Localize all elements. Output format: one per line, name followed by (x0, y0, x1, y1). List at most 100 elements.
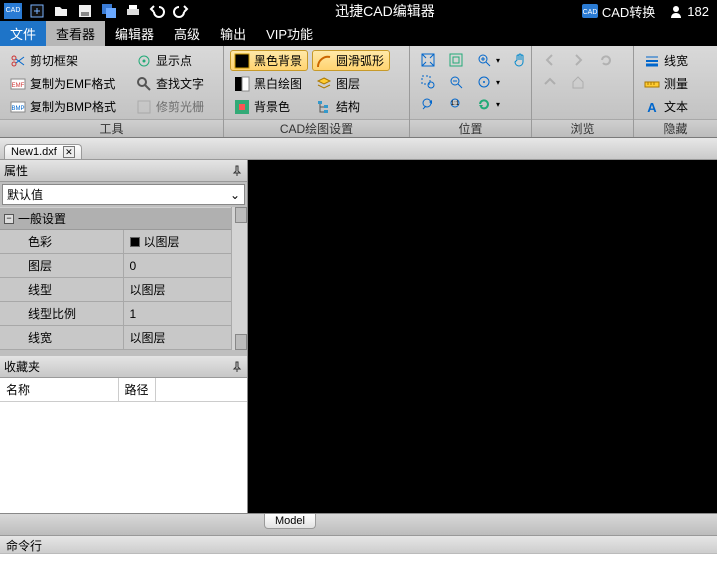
cad-convert-button[interactable]: CAD CAD转换 (578, 0, 659, 23)
properties-title: 属性 (4, 162, 28, 179)
bg-color-button[interactable]: 背景色 (230, 96, 308, 117)
pin-icon[interactable] (231, 361, 243, 373)
tab-advanced[interactable]: 高级 (164, 21, 210, 46)
document-tab-label: New1.dxf (11, 146, 57, 158)
ribbon-group-label: CAD绘图设置 (224, 119, 409, 137)
zoom-window-button[interactable] (416, 72, 440, 92)
document-tab[interactable]: New1.dxf ✕ (4, 144, 82, 159)
col-name[interactable]: 名称 (0, 378, 119, 401)
zoom-extents-button[interactable] (416, 50, 440, 70)
smooth-arc-toggle[interactable]: 圆滑弧形 (312, 50, 390, 71)
zoom-window-icon (420, 74, 436, 90)
default-value-dropdown[interactable]: 默认值 ⌄ (2, 184, 245, 205)
favorites-body (0, 402, 247, 513)
structure-button[interactable]: 结构 (312, 96, 390, 117)
zoom-all-icon (448, 52, 464, 68)
properties-header: 属性 (0, 160, 247, 182)
prop-row-linetype[interactable]: 线型以图层 (0, 278, 247, 302)
user-button[interactable]: 182 (665, 2, 713, 21)
text-button[interactable]: A文本 (640, 96, 692, 117)
command-line-input[interactable] (0, 553, 717, 585)
pan-button[interactable] (508, 50, 532, 70)
favorites-title: 收藏夹 (4, 358, 40, 375)
zoom-scale-icon: 1:1 (448, 96, 464, 112)
copy-bmp-button[interactable]: BMP复制为BMP格式 (6, 96, 120, 117)
layers-button[interactable]: 图层 (312, 73, 390, 94)
app-icon[interactable]: CAD (2, 2, 24, 20)
favorites-panel: 收藏夹 名称 路径 (0, 356, 247, 513)
print-icon[interactable] (122, 2, 144, 20)
clip-frame-button[interactable]: 剪切框架 (6, 50, 120, 71)
show-points-button[interactable]: 显示点 (132, 50, 208, 71)
dropdown-icon: ▾ (496, 56, 500, 65)
group-label: 一般设置 (18, 210, 66, 227)
main-area: 属性 默认值 ⌄ − 一般设置 色彩以图层 图层0 线型以图层 线型比例1 线宽… (0, 160, 717, 513)
command-line-label: 命令行 (0, 535, 717, 553)
redo-icon[interactable] (170, 2, 192, 20)
chevron-down-icon: ⌄ (230, 188, 240, 202)
tab-viewer[interactable]: 查看器 (46, 21, 105, 46)
refresh-icon (598, 52, 614, 68)
cad-convert-label: CAD转换 (602, 2, 655, 21)
tab-file[interactable]: 文件 (0, 21, 46, 46)
nav-forward-button (566, 50, 590, 70)
prop-row-lweight[interactable]: 线宽以图层 (0, 326, 247, 350)
document-tabs: New1.dxf ✕ (0, 138, 717, 160)
ruler-icon (644, 76, 660, 92)
layers-icon (316, 76, 332, 92)
menu-tabs: 文件 查看器 编辑器 高级 输出 VIP功能 (0, 22, 717, 46)
svg-text:EMF: EMF (12, 83, 25, 89)
arrow-left-icon (542, 52, 558, 68)
model-tab[interactable]: Model (264, 514, 316, 529)
property-group-row[interactable]: − 一般设置 (0, 207, 247, 230)
lineweight-button[interactable]: 线宽 (640, 50, 692, 71)
emf-icon: EMF (10, 76, 26, 92)
properties-grid: − 一般设置 色彩以图层 图层0 线型以图层 线型比例1 线宽以图层 (0, 207, 247, 350)
svg-text:1:1: 1:1 (451, 101, 460, 107)
arc-icon (316, 53, 332, 69)
undo-icon[interactable] (146, 2, 168, 20)
zoom-out-icon (448, 74, 464, 90)
zoom-all-button[interactable] (444, 50, 468, 70)
col-path[interactable]: 路径 (119, 378, 156, 401)
zoom-in-button[interactable]: ▾ (472, 50, 504, 70)
find-text-button[interactable]: 查找文字 (132, 73, 208, 94)
prop-row-ltscale[interactable]: 线型比例1 (0, 302, 247, 326)
bw-draw-button[interactable]: 黑白绘图 (230, 73, 308, 94)
new-icon[interactable] (26, 2, 48, 20)
prop-row-layer[interactable]: 图层0 (0, 254, 247, 278)
nav-refresh-button (594, 50, 618, 70)
ribbon-group-label: 工具 (0, 119, 223, 137)
measure-button[interactable]: 测量 (640, 73, 692, 94)
app-title: 迅捷CAD编辑器 (192, 1, 578, 21)
left-panel: 属性 默认值 ⌄ − 一般设置 色彩以图层 图层0 线型以图层 线型比例1 线宽… (0, 160, 248, 513)
zoom-in-icon (476, 52, 492, 68)
ribbon-group-label: 隐藏 (634, 119, 717, 137)
close-tab-icon[interactable]: ✕ (63, 146, 75, 158)
zoom-prev-icon (420, 96, 436, 112)
zoom-out-button[interactable] (444, 72, 468, 92)
zoom-center-button[interactable]: ▾ (472, 72, 504, 92)
default-value-label: 默认值 (7, 186, 43, 203)
tab-output[interactable]: 输出 (210, 21, 256, 46)
copy-emf-button[interactable]: EMF复制为EMF格式 (6, 73, 120, 94)
zoom-previous-button[interactable] (416, 94, 440, 114)
svg-text:A: A (647, 100, 657, 115)
prop-row-color[interactable]: 色彩以图层 (0, 230, 247, 254)
save-all-icon[interactable] (98, 2, 120, 20)
nav-up-button (538, 72, 562, 92)
save-icon[interactable] (74, 2, 96, 20)
scrollbar[interactable] (231, 207, 247, 350)
ribbon-group-position: 1:1 ▾ ▾ ▾ 位置 (410, 46, 532, 137)
open-icon[interactable] (50, 2, 72, 20)
pin-icon[interactable] (231, 165, 243, 177)
black-bg-toggle[interactable]: 黑色背景 (230, 50, 308, 71)
tab-editor[interactable]: 编辑器 (105, 21, 164, 46)
title-right: CAD CAD转换 182 (578, 0, 717, 23)
rotate-button[interactable]: ▾ (472, 94, 504, 114)
tab-vip[interactable]: VIP功能 (256, 21, 323, 46)
arrow-up-icon (542, 74, 558, 90)
drawing-canvas[interactable] (248, 160, 717, 513)
ribbon-group-tools: 剪切框架 EMF复制为EMF格式 BMP复制为BMP格式 显示点 查找文字 修剪… (0, 46, 224, 137)
zoom-scale-button[interactable]: 1:1 (444, 94, 468, 114)
